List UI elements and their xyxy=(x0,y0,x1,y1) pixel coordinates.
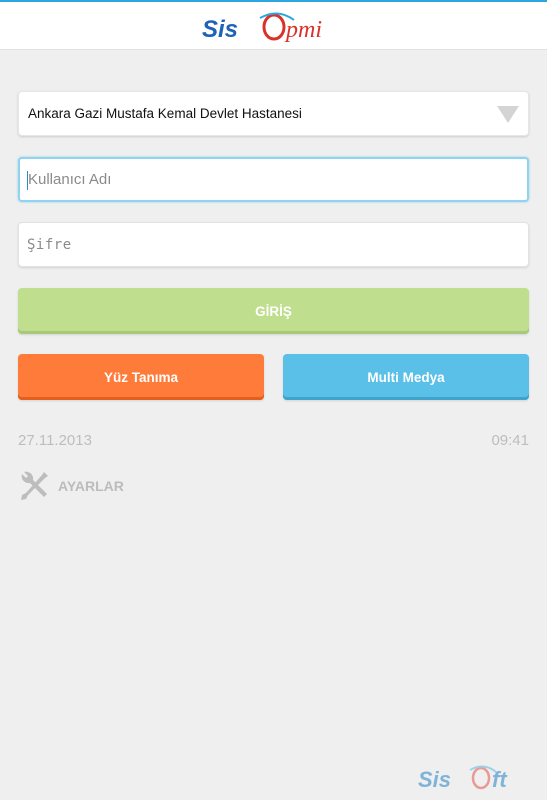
tools-icon xyxy=(18,468,50,507)
username-input[interactable] xyxy=(28,159,518,200)
face-recognition-label: Yüz Tanıma xyxy=(103,369,178,385)
svg-text:Sis: Sis xyxy=(418,767,451,792)
settings-button[interactable]: AYARLAR xyxy=(18,468,158,502)
dropdown-arrow-icon xyxy=(496,104,520,129)
multi-media-button[interactable]: Multi Medya xyxy=(283,354,529,400)
settings-label: AYARLAR xyxy=(58,478,124,494)
svg-text:pmi: pmi xyxy=(284,17,322,43)
svg-text:ft: ft xyxy=(492,767,508,792)
username-field[interactable] xyxy=(18,157,529,202)
password-field[interactable] xyxy=(18,222,529,267)
face-recognition-button[interactable]: Yüz Tanıma xyxy=(18,354,264,400)
login-button[interactable]: GİRİŞ xyxy=(18,288,529,334)
sisopmi-logo: Sis pmi xyxy=(200,10,350,46)
time-text: 09:41 xyxy=(491,432,529,449)
login-button-label: GİRİŞ xyxy=(255,303,292,319)
multi-media-label: Multi Medya xyxy=(367,369,445,385)
svg-text:Sis: Sis xyxy=(202,16,238,43)
sisoft-logo: Sis ft xyxy=(418,764,542,794)
top-bar: Sis pmi xyxy=(0,0,547,50)
hospital-select[interactable]: Ankara Gazi Mustafa Kemal Devlet Hastane… xyxy=(18,91,529,136)
hospital-select-value: Ankara Gazi Mustafa Kemal Devlet Hastane… xyxy=(28,106,302,121)
app-screen: Sis pmi Ankara Gazi Mustafa Kemal Devlet… xyxy=(0,0,547,800)
date-text: 27.11.2013 xyxy=(18,432,92,449)
password-input[interactable] xyxy=(27,223,517,266)
